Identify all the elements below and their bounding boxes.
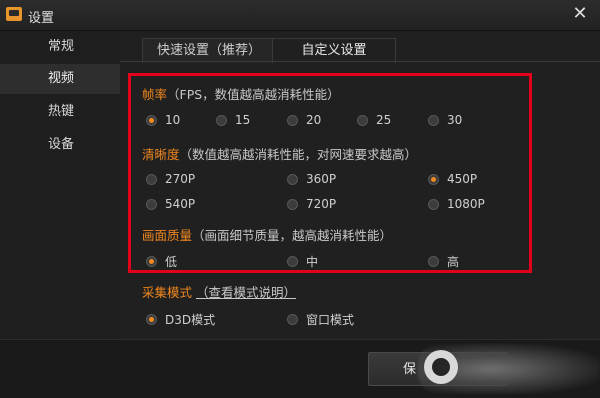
quality-note: （画面细节质量，越高越消耗性能）: [192, 228, 393, 243]
quality-label: 画面质量（画面细节质量，越高越消耗性能）: [142, 228, 393, 243]
resolution-label: 清晰度（数值越高越消耗性能，对网速要求越高）: [142, 147, 418, 162]
framerate-option-25[interactable]: 25: [357, 113, 391, 127]
radio-icon: [287, 256, 298, 267]
radio-icon: [287, 314, 298, 325]
capture-help-link[interactable]: （查看模式说明）: [196, 285, 296, 300]
sidebar-item-video[interactable]: 视频: [0, 64, 120, 94]
app-icon: [6, 7, 22, 21]
resolution-option-360p[interactable]: 360P: [287, 172, 336, 186]
watermark-logo-icon: [424, 350, 458, 384]
resolution-option-720p[interactable]: 720P: [287, 197, 336, 211]
capture-option-window[interactable]: 窗口模式: [287, 311, 354, 328]
resolution-option-540p[interactable]: 540P: [146, 197, 195, 211]
sidebar-item-devices[interactable]: 设备: [0, 130, 120, 160]
radio-icon: [216, 114, 227, 126]
radio-icon: [287, 198, 298, 210]
sidebar: 常规 视频 热键 设备: [0, 31, 120, 339]
radio-icon: [146, 198, 157, 210]
quality-option-low[interactable]: 低: [146, 253, 177, 270]
sidebar-item-general[interactable]: 常规: [0, 32, 120, 62]
window-title: 设置: [28, 11, 55, 26]
sidebar-item-hotkeys[interactable]: 热键: [0, 97, 120, 127]
tab-divider: [120, 61, 600, 62]
framerate-label: 帧率（FPS，数值越高越消耗性能）: [142, 87, 340, 102]
framerate-option-10[interactable]: 10: [146, 113, 180, 127]
framerate-option-30[interactable]: 30: [428, 113, 462, 127]
radio-icon: [287, 114, 298, 126]
resolution-note: （数值越高越消耗性能，对网速要求越高）: [179, 147, 418, 162]
close-icon[interactable]: ✕: [566, 3, 594, 25]
framerate-option-15[interactable]: 15: [216, 113, 250, 127]
radio-icon: [428, 198, 439, 210]
capture-option-d3d[interactable]: D3D模式: [146, 311, 215, 328]
resolution-option-270p[interactable]: 270P: [146, 172, 195, 186]
radio-icon: [146, 114, 157, 126]
radio-icon: [287, 173, 298, 185]
radio-icon: [146, 173, 157, 185]
tab-quick-settings[interactable]: 快速设置（推荐）: [142, 38, 276, 63]
capture-label: 采集模式 （查看模式说明）: [142, 285, 297, 300]
quality-option-high[interactable]: 高: [428, 253, 459, 270]
quality-option-medium[interactable]: 中: [287, 253, 318, 270]
title-bar: 设置 ✕: [0, 0, 600, 31]
radio-icon: [428, 173, 439, 185]
resolution-option-450p[interactable]: 450P: [428, 172, 477, 186]
framerate-option-20[interactable]: 20: [287, 113, 321, 127]
framerate-note: （FPS，数值越高越消耗性能）: [167, 87, 340, 102]
tab-custom-settings[interactable]: 自定义设置: [272, 38, 396, 63]
radio-icon: [428, 256, 439, 267]
radio-icon: [146, 256, 157, 267]
radio-icon: [428, 114, 439, 126]
radio-icon: [357, 114, 368, 126]
radio-icon: [146, 314, 157, 325]
resolution-option-1080p[interactable]: 1080P: [428, 197, 485, 211]
